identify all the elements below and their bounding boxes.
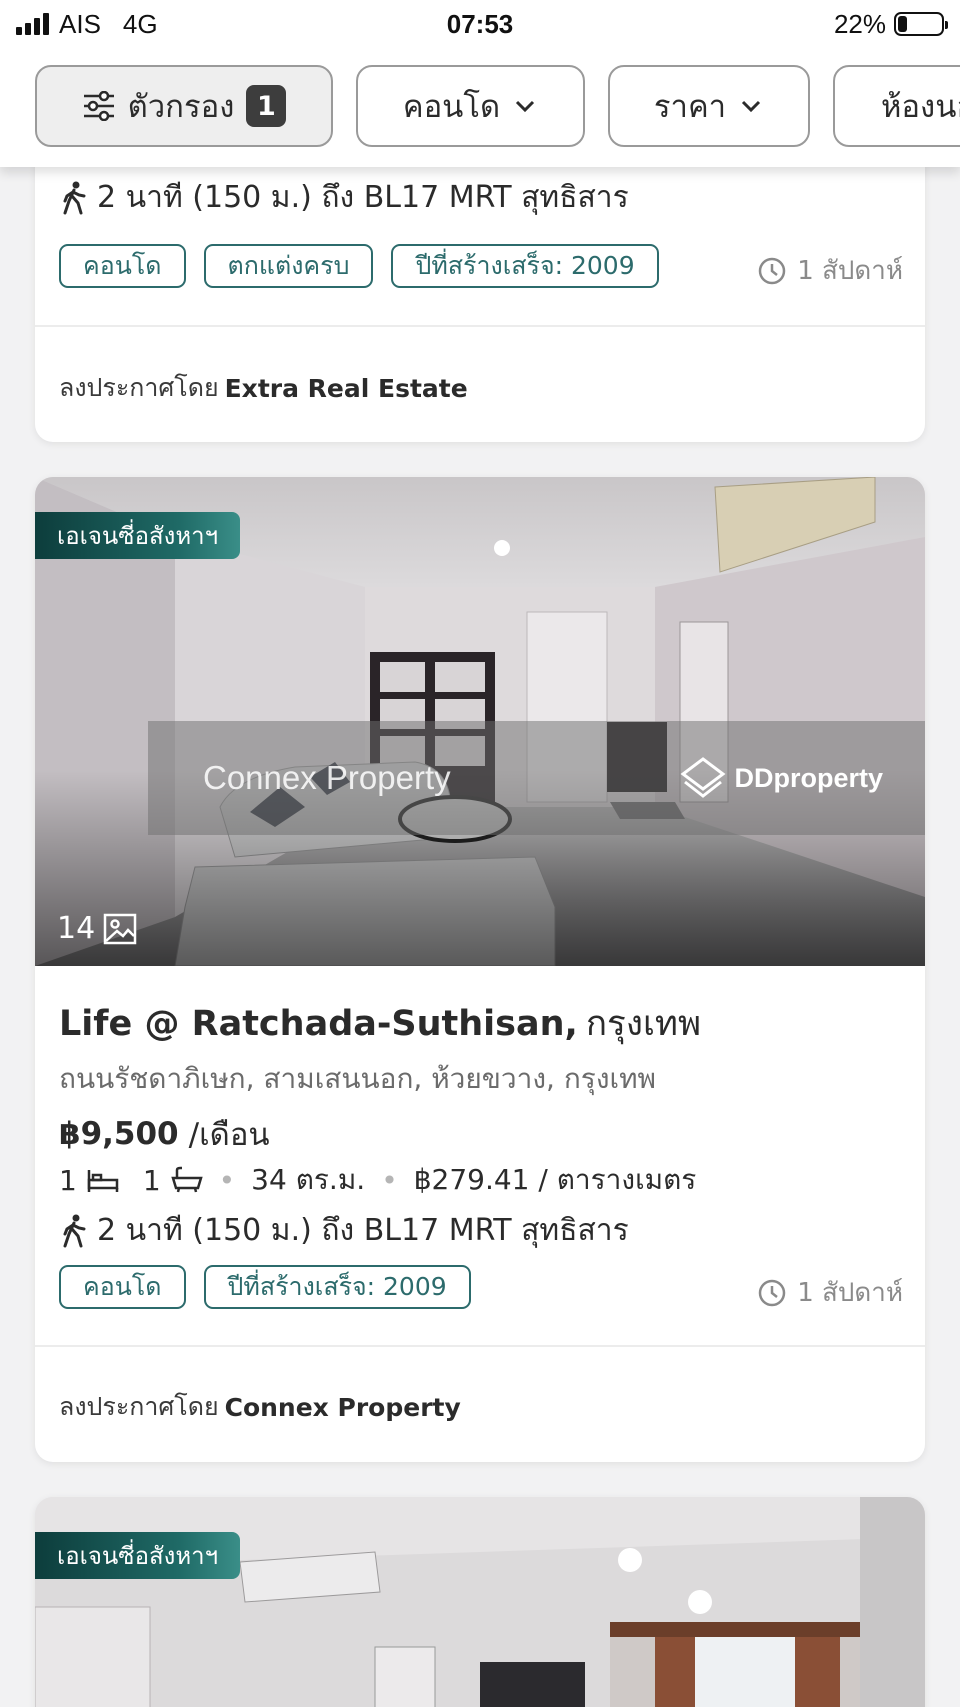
bathroom-count: 1 — [142, 1163, 161, 1197]
listing-specs: 1 1 • 34 ตร.ม. • ฿279.41 / ตารางเมตร — [59, 1158, 901, 1202]
status-bar: AIS 4G 07:53 22% — [0, 0, 960, 48]
posted-time: 1 สัปดาห์ — [757, 250, 903, 291]
property-type-label: คอนโด — [402, 89, 501, 125]
status-left: AIS 4G — [16, 9, 158, 40]
posted-time-text: 1 สัปดาห์ — [797, 1278, 903, 1308]
watermark-brand-text: DDproperty — [734, 762, 883, 793]
price-unit: /เดือน — [188, 1117, 270, 1153]
listing-card[interactable]: Connex Property DDproperty เอเจนซี่อสังห… — [35, 477, 925, 1462]
listing-price: ฿9,500 /เดือน — [59, 1109, 901, 1159]
filter-label: ตัวกรอง — [127, 89, 235, 125]
filter-count-badge: 1 — [246, 85, 287, 127]
divider — [35, 1345, 925, 1347]
posted-by-prefix: ลงประกาศโดย — [59, 373, 219, 402]
price-label: ราคา — [653, 89, 727, 125]
bathtub-icon — [170, 1166, 203, 1193]
posted-time: 1 สัปดาห์ — [757, 1272, 903, 1313]
separator-dot: • — [218, 1163, 236, 1197]
watermark-band: Connex Property DDproperty — [148, 721, 925, 835]
filter-bar: ตัวกรอง 1 คอนโด ราคา ห้องนอน — [0, 48, 960, 167]
bedroom-count: 1 — [59, 1163, 77, 1197]
listing-photo[interactable]: เอเจนซี่อสังหาฯ — [35, 1497, 925, 1707]
rooms-label: ห้องนอน — [881, 89, 960, 125]
battery-fill — [898, 16, 908, 32]
price-dropdown[interactable]: ราคา — [608, 65, 810, 147]
watermark-brand: DDproperty — [680, 756, 883, 800]
divider — [35, 325, 925, 327]
ddproperty-logo-icon — [680, 757, 726, 798]
chevron-down-icon — [742, 100, 761, 113]
title-city: กรุงเทพ — [585, 1004, 702, 1044]
area: 34 ตร.ม. — [251, 1163, 366, 1196]
agency-name[interactable]: Extra Real Estate — [225, 374, 468, 403]
bed-icon — [87, 1170, 119, 1192]
rooms-dropdown[interactable]: ห้องนอน — [833, 65, 960, 147]
status-right: 22% — [833, 8, 948, 40]
listing-title[interactable]: Life @ Ratchada-Suthisan, กรุงเทพ — [59, 996, 901, 1051]
filter-button[interactable]: ตัวกรอง 1 — [35, 65, 333, 147]
transit-info: 2 นาที (150 ม.) ถึง BL17 MRT สุทธิสาร — [59, 174, 901, 221]
battery-icon — [894, 12, 948, 36]
posted-by: ลงประกาศโดย Extra Real Estate — [59, 368, 901, 408]
transit-text: 2 นาที (150 ม.) ถึง BL17 MRT สุทธิสาร — [97, 1213, 629, 1248]
network-label: 4G — [122, 8, 158, 39]
posted-by-prefix: ลงประกาศโดย — [59, 1392, 219, 1421]
sliders-icon — [83, 91, 114, 121]
tag: คอนโด — [59, 1265, 186, 1309]
tag: ตกแต่งครบ — [203, 244, 374, 288]
carrier-label: AIS — [59, 8, 101, 39]
room-photo — [35, 1497, 925, 1707]
listing-photo[interactable]: Connex Property DDproperty เอเจนซี่อสังห… — [35, 477, 925, 966]
walking-icon — [63, 181, 86, 214]
battery-percent: 22% — [833, 8, 886, 39]
posted-time-text: 1 สัปดาห์ — [797, 256, 903, 286]
agent-badge: เอเจนซี่อสังหาฯ — [35, 512, 241, 559]
watermark-agency: Connex Property — [203, 759, 451, 796]
agent-badge: เอเจนซี่อสังหาฯ — [35, 1532, 241, 1579]
clock-icon — [758, 1279, 786, 1306]
price-value: ฿9,500 — [59, 1116, 179, 1152]
separator-dot: • — [381, 1163, 398, 1197]
photo-count-number: 14 — [57, 911, 96, 946]
project-name: Life @ Ratchada-Suthisan, — [59, 1003, 578, 1044]
walking-icon — [63, 1214, 86, 1247]
price-per-sqm: ฿279.41 / ตารางเมตร — [413, 1163, 697, 1196]
property-type-dropdown[interactable]: คอนโด — [356, 65, 585, 147]
tag: ปีที่สร้างเสร็จ: 2009 — [391, 244, 659, 288]
signal-icon — [16, 13, 49, 35]
tag: ปีที่สร้างเสร็จ: 2009 — [203, 1265, 471, 1309]
transit-info: 2 นาที (150 ม.) ถึง BL17 MRT สุทธิสาร — [59, 1207, 901, 1254]
posted-by: ลงประกาศโดย Connex Property — [59, 1387, 901, 1427]
chevron-down-icon — [516, 100, 535, 113]
photo-count[interactable]: 14 — [57, 911, 137, 946]
clock-icon — [758, 257, 786, 284]
listing-address: ถนนรัชดาภิเษก, สามเสนนอก, ห้วยขวาง, กรุง… — [59, 1062, 656, 1095]
agency-name[interactable]: Connex Property — [225, 1393, 461, 1422]
transit-text: 2 นาที (150 ม.) ถึง BL17 MRT สุทธิสาร — [97, 180, 629, 215]
image-icon — [103, 913, 137, 944]
listing-card[interactable]: เอเจนซี่อสังหาฯ — [35, 1497, 925, 1707]
tag: คอนโด — [59, 244, 186, 288]
